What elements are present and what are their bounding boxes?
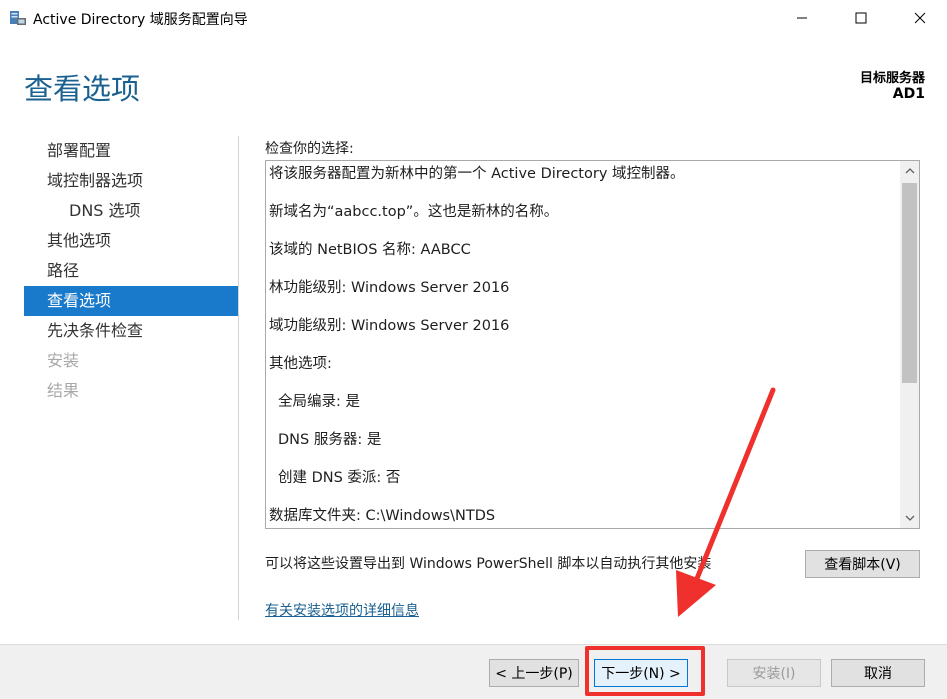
review-line: 全局编录: 是 [278, 394, 360, 410]
close-icon [914, 12, 926, 24]
nav-item-dns-options[interactable]: DNS 选项 [24, 196, 238, 226]
review-line: 数据库文件夹: C:\Windows\NTDS [269, 508, 496, 524]
cancel-button[interactable]: 取消 [831, 659, 925, 687]
page-title: 查看选项 [24, 72, 141, 106]
title-bar: Active Directory 域服务配置向导 [0, 0, 947, 36]
review-line: 新域名为“aabcc.top”。这也是新林的名称。 [269, 204, 559, 220]
view-script-button[interactable]: 查看脚本(V) [805, 550, 920, 578]
scroll-thumb[interactable] [902, 183, 917, 383]
previous-button[interactable]: < 上一步(P) [489, 659, 579, 687]
target-server-label: 目标服务器 [859, 71, 925, 86]
nav-item-prerequisites-check[interactable]: 先决条件检查 [24, 316, 238, 346]
nav-item-review-options[interactable]: 查看选项 [24, 286, 238, 316]
installation-options-help-link[interactable]: 有关安装选项的详细信息 [265, 600, 419, 620]
wizard-nav: 部署配置 域控制器选项 DNS 选项 其他选项 路径 查看选项 先决条件检查 安… [24, 136, 238, 406]
maximize-button[interactable] [838, 0, 884, 36]
chevron-down-icon [905, 515, 914, 521]
scroll-up-button[interactable] [900, 161, 919, 181]
review-lines: 将该服务器配置为新林中的第一个 Active Directory 域控制器。 新… [269, 164, 894, 528]
review-selections-box[interactable]: 将该服务器配置为新林中的第一个 Active Directory 域控制器。 新… [265, 160, 920, 529]
nav-item-results: 结果 [47, 381, 80, 400]
close-button[interactable] [897, 0, 943, 36]
window-title: Active Directory 域服务配置向导 [33, 12, 248, 28]
review-line: 其他选项: [269, 356, 332, 372]
review-line: 创建 DNS 委派: 否 [278, 470, 401, 486]
review-line: 该域的 NetBIOS 名称: AABCC [269, 242, 471, 258]
review-label: 检查你的选择: [265, 141, 354, 157]
nav-item-installation: 安装 [47, 351, 80, 370]
nav-item-deployment-config[interactable]: 部署配置 [24, 136, 238, 166]
review-line: DNS 服务器: 是 [278, 432, 382, 448]
chevron-up-icon [905, 168, 914, 174]
review-line: 域功能级别: Windows Server 2016 [269, 318, 510, 334]
nav-item-paths[interactable]: 路径 [24, 256, 238, 286]
nav-item-additional-options[interactable]: 其他选项 [24, 226, 238, 256]
install-button: 安装(I) [727, 659, 821, 687]
vertical-scrollbar[interactable] [900, 161, 919, 528]
nav-divider [238, 136, 239, 620]
minimize-button[interactable] [779, 0, 825, 36]
annotation-arrow-icon [676, 387, 776, 617]
export-description: 可以将这些设置导出到 Windows PowerShell 脚本以自动执行其他安… [265, 556, 712, 572]
review-line: 将该服务器配置为新林中的第一个 Active Directory 域控制器。 [269, 166, 685, 182]
scroll-down-button[interactable] [900, 508, 919, 528]
minimize-icon [797, 17, 807, 19]
annotation-highlight-box [585, 646, 705, 696]
server-manager-icon [10, 11, 26, 25]
nav-item-dc-options[interactable]: 域控制器选项 [24, 166, 238, 196]
target-server-name: AD1 [892, 86, 925, 102]
maximize-icon [855, 12, 867, 24]
review-line: 林功能级别: Windows Server 2016 [269, 280, 510, 296]
